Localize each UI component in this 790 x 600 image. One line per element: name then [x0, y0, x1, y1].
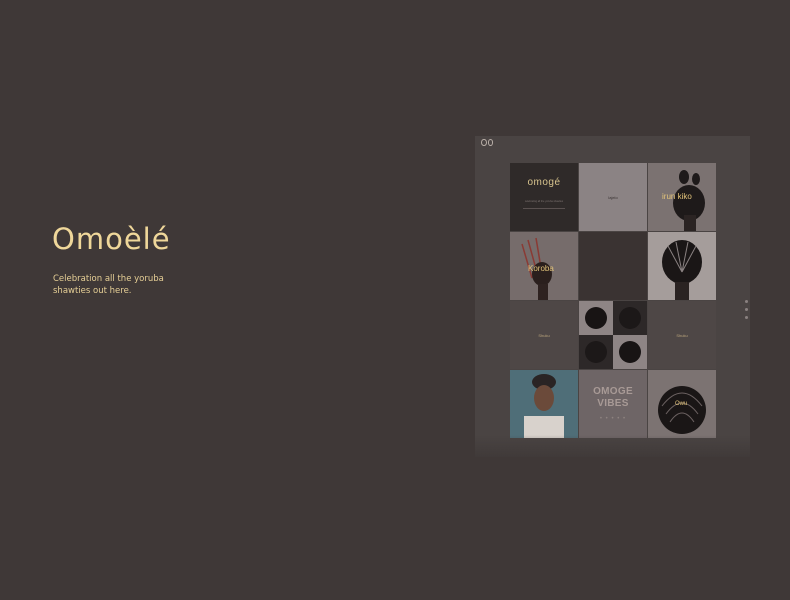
- tile-shuku-right[interactable]: Shuku: [648, 301, 716, 369]
- tile-label: lajelo: [608, 194, 618, 200]
- pager-dot[interactable]: [744, 316, 748, 319]
- tile-brand[interactable]: omogé celebrating all the yoruba shawtie…: [510, 163, 578, 231]
- tile-irun-kiko[interactable]: irun kiko: [648, 163, 716, 231]
- tile-photo[interactable]: [648, 232, 716, 300]
- tile-shuku-left[interactable]: Shuku: [510, 301, 578, 369]
- vibes-line-1: OMOGE: [593, 386, 633, 397]
- hairstyle-photo: [579, 301, 647, 369]
- tile-label: Shuku: [676, 332, 688, 338]
- pager: [743, 300, 749, 319]
- tile-lajelo[interactable]: lajelo: [579, 163, 647, 231]
- eyes-logo-icon[interactable]: [481, 139, 493, 147]
- tile-label: Shuku: [538, 332, 550, 338]
- page-title: Omoèlé: [52, 222, 171, 256]
- pager-dot[interactable]: [744, 300, 748, 303]
- brand-tagline: celebrating all the yoruba shawties: [524, 200, 564, 203]
- tile-label: Koroba: [528, 264, 554, 273]
- portrait-photo: [510, 370, 578, 438]
- divider: [523, 208, 565, 209]
- vibes-line-2: VIBES: [597, 398, 629, 409]
- hairstyle-photo: [648, 232, 716, 300]
- tile-grid: omogé celebrating all the yoruba shawtie…: [510, 163, 716, 438]
- brand-name: omogé: [527, 177, 561, 188]
- page-subtitle: Celebration all the yoruba shawties out …: [53, 274, 164, 296]
- pager-dot[interactable]: [744, 308, 748, 311]
- tile-koroba[interactable]: Koroba: [510, 232, 578, 300]
- tile-bantu-knots[interactable]: [579, 301, 647, 369]
- dots-decoration: • • • • •: [599, 416, 627, 422]
- tile-label: irun kiko: [662, 192, 692, 201]
- tile-owu[interactable]: Owu: [648, 370, 716, 438]
- tile-portrait[interactable]: [510, 370, 578, 438]
- fade-overlay: [475, 435, 750, 457]
- tile-omoge-vibes[interactable]: OMOGE VIBES • • • • •: [579, 370, 647, 438]
- project-preview[interactable]: omogé celebrating all the yoruba shawtie…: [475, 136, 750, 457]
- tile-label: Owu: [675, 401, 688, 407]
- tile-empty[interactable]: [579, 232, 647, 300]
